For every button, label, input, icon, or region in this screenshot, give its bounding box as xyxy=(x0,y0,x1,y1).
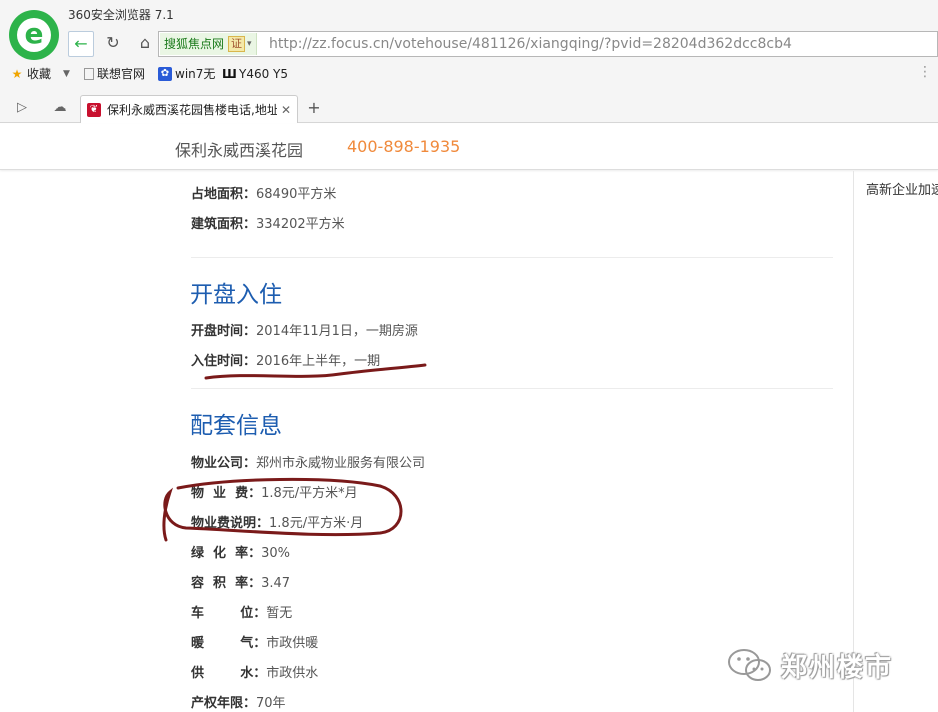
bookmark-favorites[interactable]: ★ 收藏 ▼ xyxy=(10,65,70,83)
watermark-text: 郑州楼市 xyxy=(781,652,894,683)
certificate-icon[interactable]: 证 xyxy=(228,36,246,52)
info-row: 物业公司：郑州市永威物业服务有限公司 xyxy=(191,456,426,471)
bookmark-win7[interactable]: ✿ win7无 xyxy=(158,65,215,83)
info-row: 车 位：暂无 xyxy=(191,606,293,621)
info-row: 暖 气：市政供暖 xyxy=(191,636,319,651)
home-button[interactable]: ⌂ xyxy=(132,31,158,57)
info-row: 供 水：市政供水 xyxy=(191,666,319,681)
paw-icon: ✿ xyxy=(158,67,172,81)
star-icon: ★ xyxy=(11,67,23,81)
sidebar-toggle-icon[interactable]: ▷ xyxy=(12,98,32,118)
window-title: 360安全浏览器 7.1 xyxy=(68,8,174,22)
tab-title: 保利永威西溪花园售楼电话,地址 xyxy=(107,103,277,117)
section-title-facilities: 配套信息 xyxy=(190,413,282,439)
app-icon: Ш xyxy=(222,67,237,81)
chevron-down-icon[interactable]: ▾ xyxy=(247,33,252,55)
project-name[interactable]: 保利永威西溪花园 xyxy=(175,137,303,161)
info-row: 建筑面积：334202平方米 xyxy=(191,217,345,232)
cloud-icon[interactable]: ☁ xyxy=(50,98,70,118)
right-sidebar: 高新企业加速 xyxy=(853,171,938,712)
close-icon[interactable]: ✕ xyxy=(281,103,291,117)
watermark: 郑州楼市 xyxy=(725,645,893,685)
info-row: 物 业 费：1.8元/平方米*月 xyxy=(191,486,358,501)
chevron-down-icon[interactable]: ▼ xyxy=(63,65,70,83)
back-button[interactable]: ← xyxy=(68,31,94,57)
browser-chrome: e 360安全浏览器 7.1 ← ↻ ⌂ 搜狐焦点网 证 ▾ http://zz… xyxy=(0,0,938,123)
site-badge-label: 搜狐焦点网 xyxy=(164,37,225,51)
bookmarks-bar: ★ 收藏 ▼ 联想官网 ✿ win7无 Ш Y460 Y5 xyxy=(0,62,938,86)
info-row: 入住时间：2016年上半年，一期 xyxy=(191,354,381,369)
detail-content: 占地面积：68490平方米 建筑面积：334202平方米 开盘入住 开盘时间：2… xyxy=(0,171,853,712)
address-bar[interactable]: 搜狐焦点网 证 ▾ http://zz.focus.cn/votehouse/4… xyxy=(158,31,938,57)
info-row: 容 积 率：3.47 xyxy=(191,576,291,591)
info-row: 开盘时间：2014年11月1日，一期房源 xyxy=(191,324,418,339)
info-row: 绿 化 率：30% xyxy=(191,546,291,561)
info-row: 产权年限：70年 xyxy=(191,696,286,711)
bookmark-y460[interactable]: Ш Y460 Y5 xyxy=(222,65,288,83)
section-title-opening: 开盘入住 xyxy=(190,282,282,308)
new-tab-button[interactable]: + xyxy=(304,98,324,118)
page-header: 保利永威西溪花园 400-898-1935 xyxy=(0,124,938,170)
section-divider xyxy=(191,257,833,258)
sidebar-link[interactable]: 高新企业加速 xyxy=(866,179,938,198)
focus-favicon-icon: ❦ xyxy=(87,102,101,117)
tab-active[interactable]: ❦ 保利永威西溪花园售楼电话,地址 ✕ xyxy=(80,95,298,123)
wechat-icon xyxy=(728,649,771,681)
site-identity-badge[interactable]: 搜狐焦点网 证 ▾ xyxy=(160,33,257,55)
url-text[interactable]: http://zz.focus.cn/votehouse/481126/xian… xyxy=(269,32,792,56)
info-row: 占地面积：68490平方米 xyxy=(191,187,337,202)
section-divider xyxy=(191,388,833,389)
tab-bar: ▷ ☁ ❦ 保利永威西溪花园售楼电话,地址 ✕ + xyxy=(0,92,938,123)
project-phone[interactable]: 400-898-1935 xyxy=(347,137,460,156)
reload-button[interactable]: ↻ xyxy=(100,31,126,57)
browser-logo-icon: e xyxy=(9,10,59,60)
bookmark-lenovo[interactable]: 联想官网 xyxy=(84,65,145,83)
page-icon xyxy=(84,68,94,80)
info-row: 物业费说明：1.8元/平方米·月 xyxy=(191,516,364,531)
more-icon[interactable]: ⋮ xyxy=(918,64,932,80)
